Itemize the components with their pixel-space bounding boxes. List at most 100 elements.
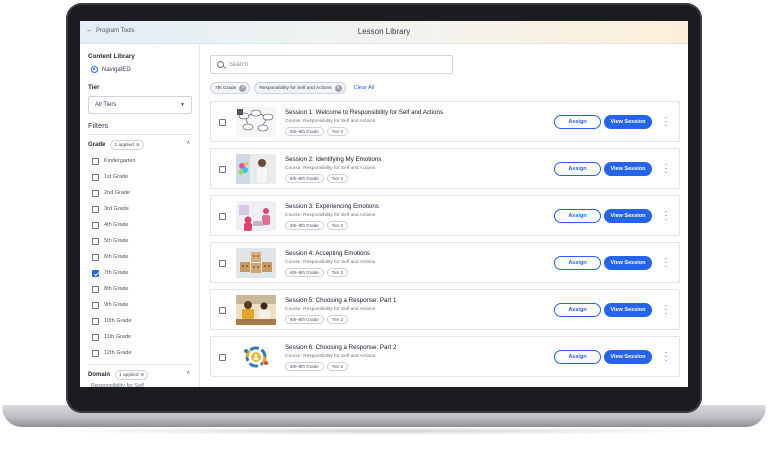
lesson-title[interactable]: Session 6: Choosing a Response: Part 2 (285, 344, 396, 351)
grade-option[interactable]: Kindergarten (92, 153, 136, 169)
cycle-thumbnail[interactable] (236, 342, 276, 372)
checkbox-icon[interactable] (92, 157, 99, 165)
grade-option[interactable]: 11th Grade (92, 329, 136, 345)
tier-select[interactable]: All Tiers ▼ (88, 96, 192, 114)
lesson-tags: 6th–8th Grade Tier 2 (285, 174, 349, 183)
view-session-button[interactable]: View Session (604, 303, 652, 317)
lesson-card[interactable]: Session 6: Choosing a Response: Part 2 Co… (210, 336, 680, 377)
view-session-button[interactable]: View Session (604, 209, 652, 223)
checkbox-icon[interactable] (219, 307, 226, 314)
grade-applied-badge[interactable]: 1 applied ⊗ (110, 140, 144, 150)
grade-option[interactable]: 4th Grade (92, 217, 136, 233)
diagram-thumbnail[interactable] (236, 107, 276, 137)
checkbox-icon[interactable] (92, 301, 99, 309)
lesson-course: Course: Responsibility for Self and Acti… (285, 307, 376, 312)
close-icon[interactable]: × (334, 84, 342, 92)
checkbox-icon[interactable] (92, 333, 99, 341)
checkbox-icon[interactable] (92, 205, 99, 213)
more-options-icon[interactable]: · · · (663, 255, 669, 271)
grade-option-label: 9th Grade (104, 302, 129, 308)
emotion-blocks-thumbnail[interactable] (236, 248, 276, 278)
lesson-title[interactable]: Session 2: Identifying My Emotions (285, 156, 381, 163)
grade-option[interactable]: 12th Grade (92, 345, 136, 361)
search-box[interactable] (210, 55, 453, 74)
grade-option-label: 5th Grade (104, 238, 129, 244)
lesson-card[interactable]: Session 3: Experiencing Emotions Course: … (210, 195, 680, 236)
more-options-icon[interactable]: · · · (663, 302, 669, 318)
domain-filter-header[interactable]: Domain 1 applied ⊗ ˄ (88, 370, 192, 380)
view-session-button[interactable]: View Session (604, 256, 652, 270)
assign-button[interactable]: Assign (554, 115, 601, 129)
assign-button[interactable]: Assign (554, 209, 601, 223)
checkbox-icon[interactable] (219, 119, 226, 126)
checkbox-icon[interactable] (92, 253, 99, 261)
tier-select-value: All Tiers (95, 102, 117, 108)
checkbox-icon[interactable] (219, 354, 226, 361)
grade-option[interactable]: 10th Grade (92, 313, 136, 329)
checkbox-icon[interactable] (92, 349, 99, 357)
grade-option[interactable]: 6th Grade (92, 249, 136, 265)
clear-all-link[interactable]: Clear All (354, 85, 374, 91)
grade-tag: 6th–8th Grade (285, 221, 324, 230)
more-options-icon[interactable]: · · · (663, 161, 669, 177)
page-title: Lesson Library (357, 27, 411, 36)
grade-option[interactable]: 3rd Grade (92, 201, 136, 217)
classroom-thumbnail[interactable] (236, 295, 276, 325)
filters-title: Filters (88, 121, 109, 130)
more-options-icon[interactable]: · · · (663, 349, 669, 365)
filter-chip[interactable]: Responsibility for Self and Actions × (254, 82, 346, 94)
checkbox-icon[interactable] (92, 317, 99, 325)
grade-tag: 6th–8th Grade (285, 362, 324, 371)
grade-filter-header[interactable]: Grade 1 applied ⊗ ˄ (88, 140, 192, 150)
more-options-icon[interactable]: · · · (663, 114, 669, 130)
lesson-course: Course: Responsibility for Self and Acti… (285, 166, 376, 171)
domain-option-partial[interactable]: Responsibility for Self (91, 383, 181, 387)
lesson-card[interactable]: Session 4: Accepting Emotions Course: Res… (210, 242, 680, 283)
illustration-thumbnail[interactable] (236, 201, 276, 231)
assign-button[interactable]: Assign (554, 350, 601, 364)
checkbox-icon[interactable] (219, 166, 226, 173)
filter-chip[interactable]: 7th Grade × (210, 82, 251, 94)
grade-option-label: 12th Grade (104, 350, 132, 356)
more-options-icon[interactable]: · · · (663, 208, 669, 224)
assign-button[interactable]: Assign (554, 162, 601, 176)
checkbox-icon[interactable] (92, 173, 99, 181)
search-input[interactable] (229, 61, 429, 68)
checkbox-checked-icon[interactable] (92, 269, 99, 277)
checkbox-icon[interactable] (92, 189, 99, 197)
lesson-card[interactable]: Session 2: Identifying My Emotions Course… (210, 148, 680, 189)
lesson-title[interactable]: Session 5: Choosing a Response: Part 1 (285, 297, 396, 304)
assign-button[interactable]: Assign (554, 303, 601, 317)
domain-applied-badge[interactable]: 1 applied ⊗ (115, 370, 149, 380)
grade-option-label: 4th Grade (104, 222, 129, 228)
person-thumbnail[interactable] (236, 154, 276, 184)
lesson-card[interactable]: Session 5: Choosing a Response: Part 1 Co… (210, 289, 680, 330)
grade-option[interactable]: 5th Grade (92, 233, 136, 249)
grade-option-label: 3rd Grade (104, 206, 129, 212)
grade-option[interactable]: 9th Grade (92, 297, 136, 313)
lesson-card[interactable]: Session 1: Welcome to Responsibility for… (210, 101, 680, 142)
tier-label: Tier (88, 84, 100, 91)
checkbox-icon[interactable] (92, 237, 99, 245)
checkbox-icon[interactable] (219, 260, 226, 267)
grade-option[interactable]: 1st Grade (92, 169, 136, 185)
filter-chip-label: 7th Grade (215, 85, 237, 91)
chevron-up-icon: ˄ (186, 371, 190, 377)
grade-option[interactable]: 7th Grade (92, 265, 136, 281)
grade-option[interactable]: 2nd Grade (92, 185, 136, 201)
content-library-radio[interactable]: NavigatED (91, 66, 131, 73)
content-library-label: Content Library (88, 53, 135, 60)
view-session-button[interactable]: View Session (604, 162, 652, 176)
view-session-button[interactable]: View Session (604, 350, 652, 364)
checkbox-icon[interactable] (92, 221, 99, 229)
grade-option[interactable]: 8th Grade (92, 281, 136, 297)
view-session-button[interactable]: View Session (604, 115, 652, 129)
lesson-title[interactable]: Session 4: Accepting Emotions (285, 250, 370, 257)
checkbox-icon[interactable] (92, 285, 99, 293)
close-icon[interactable]: × (239, 84, 247, 92)
lesson-title[interactable]: Session 3: Experiencing Emotions (285, 203, 379, 210)
lesson-title[interactable]: Session 1: Welcome to Responsibility for… (285, 109, 443, 116)
checkbox-icon[interactable] (219, 213, 226, 220)
assign-button[interactable]: Assign (554, 256, 601, 270)
lesson-tags: 6th–8th Grade Tier 2 (285, 362, 349, 371)
